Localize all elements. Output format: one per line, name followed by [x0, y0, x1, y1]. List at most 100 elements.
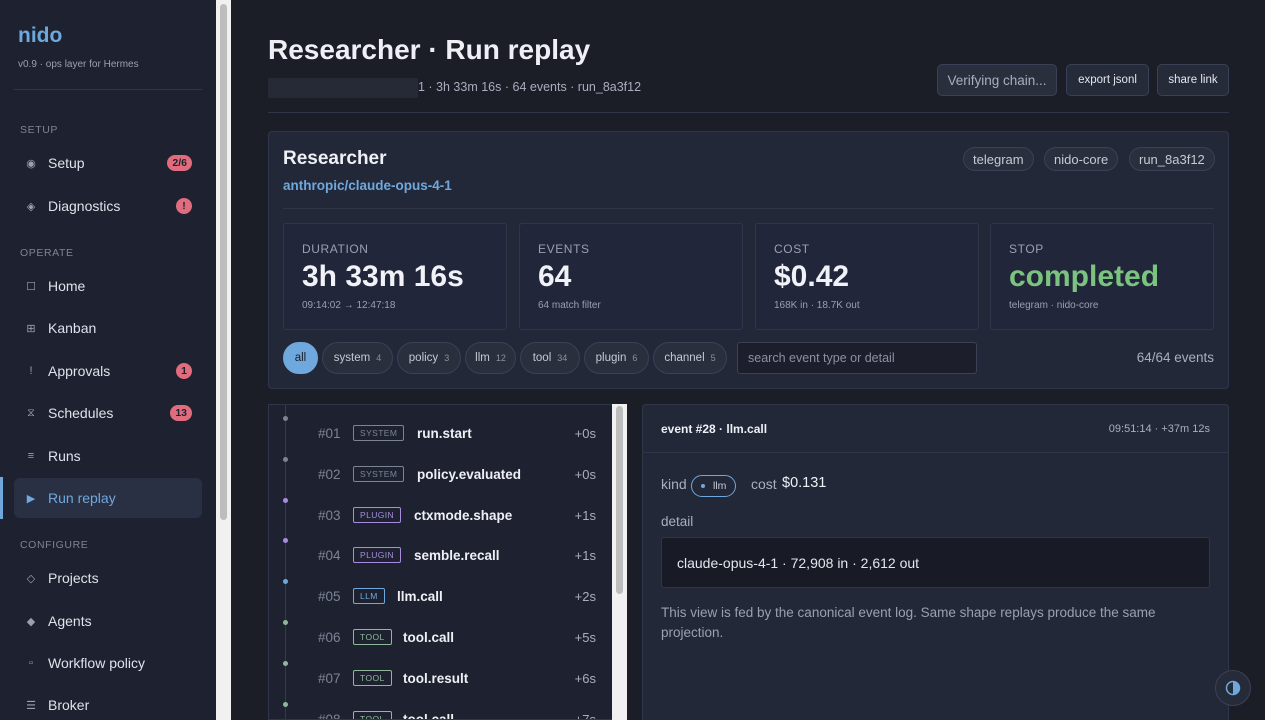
tag-telegram[interactable]: telegram: [963, 147, 1034, 171]
event-number: #03: [318, 507, 341, 523]
event-row[interactable]: #03 PLUGIN ctxmode.shape +1s: [269, 492, 612, 532]
card-divider: [283, 208, 1214, 209]
stat-label: COST: [774, 242, 810, 256]
filter-chip-channel[interactable]: channel 5: [653, 342, 727, 374]
event-name: ctxmode.shape: [414, 507, 513, 523]
chip-label: llm: [475, 352, 490, 364]
sidebar-item-run-replay[interactable]: ▶ Run replay: [14, 478, 202, 518]
chip-count: 34: [557, 353, 568, 363]
event-kind-badge: LLM: [353, 588, 385, 605]
event-name: semble.recall: [414, 548, 500, 564]
event-row[interactable]: #07 TOOL tool.result +6s: [269, 655, 612, 695]
event-detail-panel: event #28 · llm.call 09:51:14 · +37m 12s…: [642, 404, 1229, 720]
filter-chip-system[interactable]: system 4: [322, 342, 393, 374]
event-row[interactable]: #04 PLUGIN semble.recall +1s: [269, 532, 612, 572]
event-name: llm.call: [397, 589, 443, 605]
event-search-input[interactable]: [737, 342, 977, 374]
filter-chip-all[interactable]: all: [283, 342, 318, 374]
kind-pill: llm: [691, 475, 737, 497]
event-name: tool.call: [403, 711, 455, 720]
tag-run-id[interactable]: run_8a3f12: [1129, 147, 1215, 171]
sidebar-item-runs[interactable]: ≡ Runs: [14, 436, 202, 476]
run-model[interactable]: anthropic/claude-opus-4-1: [283, 178, 452, 193]
section-setup: SETUP: [20, 124, 59, 136]
event-offset: +1s: [574, 507, 596, 523]
chip-count: 12: [495, 353, 506, 363]
sidebar-item-agents[interactable]: ◆ Agents: [14, 601, 202, 641]
event-kind-badge: TOOL: [353, 669, 392, 686]
event-number: #04: [318, 548, 341, 564]
sidebar-item-schedules[interactable]: ⧖ Schedules 13: [14, 393, 202, 433]
hourglass-icon: ⧖: [27, 406, 35, 419]
timeline-scrollbar-thumb[interactable]: [616, 406, 623, 594]
chip-count: 5: [710, 353, 716, 363]
sidebar-item-approvals[interactable]: ! Approvals 1: [14, 351, 202, 391]
cost-label: cost: [751, 476, 777, 492]
filter-chip-llm[interactable]: llm 12: [465, 342, 516, 374]
filter-chip-policy[interactable]: policy 3: [397, 342, 461, 374]
sidebar-item-projects[interactable]: ◇ Projects: [14, 558, 202, 598]
kind-value: llm: [713, 480, 727, 492]
event-detail-title: event #28 · llm.call: [661, 422, 768, 436]
event-name: policy.evaluated: [417, 466, 522, 482]
filter-chip-plugin[interactable]: plugin 6: [584, 342, 649, 374]
sidebar-item-kanban[interactable]: ⊞ Kanban: [14, 308, 202, 348]
event-row[interactable]: #08 TOOL tool.call +7s: [269, 696, 612, 720]
theme-toggle-button[interactable]: [1215, 670, 1251, 706]
sidebar-item-label: Schedules: [48, 405, 114, 421]
sidebar-scrollbar-thumb[interactable]: [220, 4, 227, 520]
stat-label: STOP: [1009, 242, 1044, 256]
detail-label: detail: [661, 514, 694, 529]
detail-note: This view is fed by the canonical event …: [661, 605, 1156, 640]
circle-dot-icon: ◉: [26, 157, 36, 170]
brand-logo[interactable]: nido: [18, 24, 62, 48]
event-row[interactable]: #02 SYSTEM policy.evaluated +0s: [269, 451, 612, 491]
detail-divider: [643, 452, 1228, 453]
event-name: tool.call: [403, 630, 455, 645]
play-icon: ▶: [26, 492, 36, 505]
dot-icon: [701, 484, 705, 488]
tag-nido-core[interactable]: nido-core: [1044, 147, 1119, 171]
detail-value-box: claude-opus-4-1 · 72,908 in · 2,612 out: [661, 537, 1210, 588]
export-jsonl-button[interactable]: export jsonl: [1066, 64, 1149, 96]
event-row[interactable]: #05 LLM llm.call +2s: [269, 573, 612, 613]
run-name: Researcher: [283, 148, 387, 169]
badge: 2/6: [167, 155, 192, 171]
half-moon-icon: [1225, 680, 1241, 696]
event-row[interactable]: #01 SYSTEM run.start +0s: [269, 410, 612, 450]
sidebar-item-diagnostics[interactable]: ◈ Diagnostics !: [14, 186, 202, 226]
sidebar-item-label: Workflow policy: [48, 655, 145, 671]
sidebar-item-setup[interactable]: ◉ Setup 2/6: [14, 143, 202, 183]
event-number: #01: [318, 426, 341, 441]
event-offset: +1s: [574, 548, 596, 564]
timeline-dot-icon: [283, 660, 288, 666]
chip-label: system: [333, 352, 371, 364]
small-square-icon: ▫: [29, 657, 33, 669]
event-kind-badge: TOOL: [353, 629, 392, 645]
sidebar-item-label: Run replay: [48, 490, 116, 506]
verify-chain-button[interactable]: Verifying chain...: [937, 64, 1057, 96]
event-kind-badge: SYSTEM: [353, 425, 405, 441]
timeline-dot-icon: [283, 456, 288, 462]
share-link-button[interactable]: share link: [1157, 64, 1229, 96]
sidebar-item-home[interactable]: ☐ Home: [14, 266, 202, 306]
event-row[interactable]: #06 TOOL tool.call +5s: [269, 614, 612, 654]
event-kind-badge: TOOL: [353, 710, 392, 719]
diamond-filled-icon: ◆: [26, 615, 36, 628]
sidebar-item-label: Home: [48, 278, 86, 294]
stat-sub: 64 match filter: [538, 300, 601, 311]
square-icon: ☐: [26, 280, 36, 293]
version-text: v0.9 · ops layer for Hermes: [18, 59, 139, 70]
sidebar-item-broker[interactable]: ☰ Broker: [14, 685, 202, 720]
run-summary-card: Researcher anthropic/claude-opus-4-1 tel…: [268, 131, 1229, 389]
sidebar-item-label: Runs: [48, 448, 81, 464]
stat-cost: COST $0.42 168K in · 18.7K out: [755, 223, 979, 330]
stat-label: DURATION: [302, 242, 369, 256]
sidebar-item-workflow-policy[interactable]: ▫ Workflow policy: [14, 643, 202, 683]
event-number: #06: [318, 630, 341, 645]
event-offset: +7s: [574, 711, 596, 720]
sidebar-item-label: Agents: [48, 613, 92, 629]
event-name: run.start: [417, 426, 472, 441]
filter-chip-tool[interactable]: tool 34: [520, 342, 580, 374]
badge: 1: [176, 363, 192, 379]
